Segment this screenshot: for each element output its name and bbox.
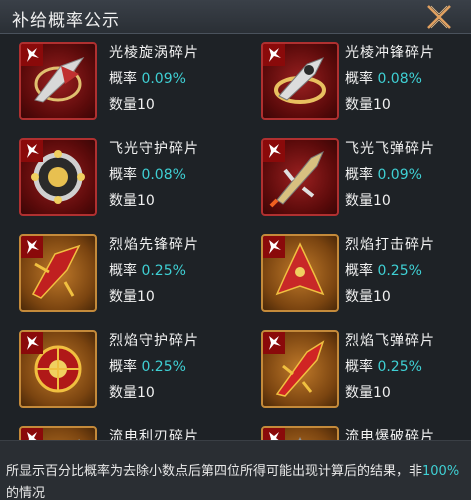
reward-item[interactable]: 流电爆破碎片 (236, 418, 471, 440)
rate-row: 概率 0.08% (109, 164, 186, 184)
item-icon-frame[interactable] (261, 330, 339, 408)
footer: 所显示百分比概率为去除小数点后第四位所得可能出现计算后的结果，非100% 的情况 (0, 440, 471, 500)
item-name: 烈焰守护碎片 (109, 333, 199, 349)
item-name: 流电爆破碎片 (345, 429, 435, 440)
rate-value: 0.25% (377, 263, 422, 279)
item-icon-frame[interactable] (19, 138, 97, 216)
quantity-label: 数量 (109, 289, 137, 305)
item-name: 烈焰飞弹碎片 (345, 333, 435, 349)
item-name: 烈焰打击碎片 (345, 237, 435, 253)
rate-label: 概率 (345, 263, 373, 279)
item-name: 光棱旋涡碎片 (109, 45, 199, 61)
quantity-label: 数量 (345, 289, 373, 305)
item-icon-frame[interactable] (19, 330, 97, 408)
item-icon-frame[interactable] (19, 234, 97, 312)
rate-row: 概率 0.25% (345, 356, 422, 376)
page-title: 补给概率公示 (12, 11, 120, 31)
fragment-badge-icon (263, 428, 285, 440)
item-icon-frame[interactable] (19, 42, 97, 120)
close-icon (427, 5, 451, 29)
probability-note: 所显示百分比概率为去除小数点后第四位所得可能出现计算后的结果，非100% 的情况 (6, 461, 468, 500)
rate-label: 概率 (109, 359, 137, 375)
rate-value: 0.09% (377, 167, 422, 183)
rate-label: 概率 (345, 359, 373, 375)
rate-row: 概率 0.09% (345, 164, 422, 184)
note-text: 所显示百分比概率为去除小数点后第四位所得可能出现计算后的结果，非 (6, 464, 423, 479)
rate-value: 0.09% (141, 71, 186, 87)
item-name: 飞光飞弹碎片 (345, 141, 435, 157)
quantity-row: 数量10 (109, 94, 155, 114)
rate-row: 概率 0.25% (109, 356, 186, 376)
close-button[interactable] (425, 4, 453, 30)
item-name: 飞光守护碎片 (109, 141, 199, 157)
reward-item[interactable]: 烈焰飞弹碎片 概率 0.25% 数量10 (236, 322, 471, 418)
quantity-value: 10 (373, 97, 391, 113)
rate-value: 0.25% (141, 263, 186, 279)
fragment-badge-icon (21, 332, 43, 354)
quantity-label: 数量 (345, 385, 373, 401)
reward-item[interactable]: 飞光飞弹碎片 概率 0.09% 数量10 (236, 130, 471, 226)
title-bar: 补给概率公示 (0, 0, 471, 34)
fragment-badge-icon (21, 44, 43, 66)
fragment-badge-icon (263, 140, 285, 162)
quantity-row: 数量10 (345, 382, 391, 402)
quantity-value: 10 (373, 385, 391, 401)
quantity-label: 数量 (109, 385, 137, 401)
quantity-row: 数量10 (345, 190, 391, 210)
quantity-label: 数量 (109, 97, 137, 113)
item-icon-frame[interactable] (19, 426, 97, 440)
fragment-badge-icon (21, 428, 43, 440)
quantity-row: 数量10 (109, 382, 155, 402)
rate-row: 概率 0.25% (109, 260, 186, 280)
rate-value: 0.25% (377, 359, 422, 375)
quantity-value: 10 (137, 385, 155, 401)
rate-row: 概率 0.25% (345, 260, 422, 280)
reward-item[interactable]: 光棱旋涡碎片 概率 0.09% 数量10 (0, 34, 236, 130)
item-icon-frame[interactable] (261, 426, 339, 440)
rate-value: 0.08% (141, 167, 186, 183)
reward-item[interactable]: 烈焰守护碎片 概率 0.25% 数量10 (0, 322, 236, 418)
reward-item[interactable]: 光棱冲锋碎片 概率 0.08% 数量10 (236, 34, 471, 130)
rate-row: 概率 0.08% (345, 68, 422, 88)
quantity-row: 数量10 (109, 190, 155, 210)
quantity-value: 10 (373, 193, 391, 209)
rate-value: 0.25% (141, 359, 186, 375)
fragment-badge-icon (263, 236, 285, 258)
item-name: 烈焰先锋碎片 (109, 237, 199, 253)
item-icon-frame[interactable] (261, 138, 339, 216)
rate-row: 概率 0.09% (109, 68, 186, 88)
reward-item[interactable]: 烈焰先锋碎片 概率 0.25% 数量10 (0, 226, 236, 322)
reward-item[interactable]: 流电利刃碎片 (0, 418, 236, 440)
quantity-row: 数量10 (109, 286, 155, 306)
quantity-value: 10 (137, 193, 155, 209)
quantity-label: 数量 (345, 193, 373, 209)
item-icon-frame[interactable] (261, 42, 339, 120)
quantity-value: 10 (137, 97, 155, 113)
quantity-label: 数量 (345, 97, 373, 113)
quantity-value: 10 (373, 289, 391, 305)
quantity-row: 数量10 (345, 286, 391, 306)
reward-item[interactable]: 飞光守护碎片 概率 0.08% 数量10 (0, 130, 236, 226)
rate-label: 概率 (109, 167, 137, 183)
quantity-row: 数量10 (345, 94, 391, 114)
quantity-value: 10 (137, 289, 155, 305)
reward-list[interactable]: 光棱旋涡碎片 概率 0.09% 数量10 光棱冲锋碎片 概率 0.08% 数量10 飞光守护… (0, 34, 471, 440)
item-name: 流电利刃碎片 (109, 429, 199, 440)
note-highlight: 100% (422, 464, 460, 479)
fragment-badge-icon (21, 140, 43, 162)
fragment-badge-icon (263, 332, 285, 354)
rate-label: 概率 (345, 71, 373, 87)
quantity-label: 数量 (109, 193, 137, 209)
rate-label: 概率 (109, 263, 137, 279)
rate-value: 0.08% (377, 71, 422, 87)
item-name: 光棱冲锋碎片 (345, 45, 435, 61)
fragment-badge-icon (21, 236, 43, 258)
fragment-badge-icon (263, 44, 285, 66)
item-icon-frame[interactable] (261, 234, 339, 312)
note-text-end: 的情况 (6, 486, 46, 500)
rate-label: 概率 (109, 71, 137, 87)
reward-item[interactable]: 烈焰打击碎片 概率 0.25% 数量10 (236, 226, 471, 322)
rate-label: 概率 (345, 167, 373, 183)
